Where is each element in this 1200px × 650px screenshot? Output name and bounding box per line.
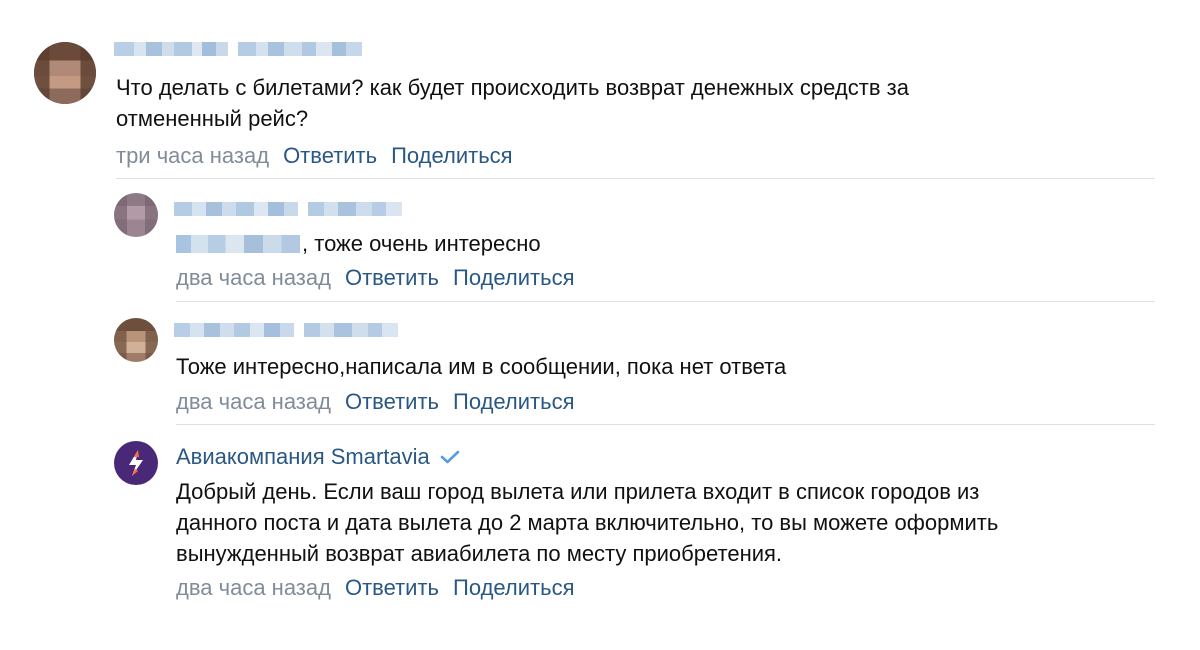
timestamp[interactable]: два часа назад: [176, 389, 331, 415]
divider: [176, 424, 1155, 425]
comment-text: Добрый день. Если ваш город вылета или п…: [176, 479, 999, 566]
check-icon: [440, 450, 460, 464]
reply-button[interactable]: Ответить: [283, 143, 377, 169]
author-name[interactable]: Авиакомпания Smartavia: [176, 444, 460, 470]
avatar[interactable]: [114, 193, 158, 237]
reply-button[interactable]: Ответить: [345, 389, 439, 415]
author-name-blurred[interactable]: [174, 323, 398, 337]
author-name-label[interactable]: Авиакомпания Smartavia: [176, 444, 430, 470]
comment-meta: три часа назад Ответить Поделиться: [116, 143, 513, 169]
author-name-blurred[interactable]: [174, 202, 402, 216]
reply-button[interactable]: Ответить: [345, 265, 439, 291]
comment-text: Тоже интересно,написала им в сообщении, …: [176, 354, 787, 379]
share-button[interactable]: Поделиться: [453, 265, 574, 291]
comment-text: , тоже очень интересно: [176, 228, 1136, 259]
divider: [116, 178, 1155, 179]
timestamp[interactable]: два часа назад: [176, 575, 331, 601]
share-button[interactable]: Поделиться: [391, 143, 512, 169]
smartavia-logo-icon: [129, 450, 143, 476]
avatar[interactable]: [114, 318, 158, 362]
comment-meta: два часа назад Ответить Поделиться: [176, 265, 575, 291]
mention-link[interactable]: [176, 235, 300, 253]
timestamp[interactable]: три часа назад: [116, 143, 269, 169]
smartavia-logo-avatar[interactable]: [114, 441, 158, 485]
comment-text-body: тоже очень интересно: [314, 231, 541, 256]
share-button[interactable]: Поделиться: [453, 389, 574, 415]
comment-meta: два часа назад Ответить Поделиться: [176, 389, 575, 415]
author-name-blurred[interactable]: [114, 42, 362, 56]
share-button[interactable]: Поделиться: [453, 575, 574, 601]
divider: [176, 301, 1155, 302]
comment-text: Что делать с билетами? как будет происхо…: [116, 75, 909, 131]
reply-button[interactable]: Ответить: [345, 575, 439, 601]
comment-meta: два часа назад Ответить Поделиться: [176, 575, 575, 601]
timestamp[interactable]: два часа назад: [176, 265, 331, 291]
avatar[interactable]: [34, 42, 96, 104]
